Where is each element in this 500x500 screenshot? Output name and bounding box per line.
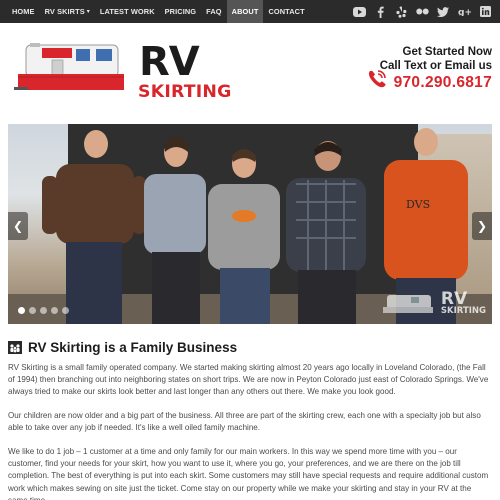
paragraph-one-customer: We like to do 1 job – 1 customer at a ti… <box>8 447 489 500</box>
svg-text:DVS: DVS <box>406 198 430 211</box>
slider-dot[interactable] <box>62 307 69 314</box>
slider-next-button[interactable]: ❯ <box>472 212 492 240</box>
chevron-right-icon: ❯ <box>476 219 488 233</box>
chevron-left-icon: ❮ <box>12 219 24 233</box>
chevron-down-icon: ▾ <box>86 9 90 15</box>
cta-contact-methods: Call Text or Email us <box>379 60 492 72</box>
watermark-rv-text: RV <box>440 289 468 309</box>
top-navigation-bar: HOME RV SKIRTS ▾ LATEST WORK PRICING FAQ … <box>0 0 500 23</box>
facebook-icon[interactable] <box>373 5 387 19</box>
linkedin-icon[interactable] <box>478 5 492 19</box>
family-icon <box>8 341 22 354</box>
phone-number-link[interactable]: 970.290.6817 <box>394 74 492 92</box>
main-menu: HOME RV SKIRTS ▾ LATEST WORK PRICING FAQ … <box>0 0 310 23</box>
site-header: RV SKIRTING Get Started Now Call Text or… <box>0 23 500 117</box>
youtube-icon[interactable] <box>352 5 366 19</box>
cta-get-started: Get Started Now <box>402 46 492 58</box>
section-heading: RV Skirting is a Family Business <box>8 340 237 355</box>
logo-skirting-text[interactable]: SKIRTING <box>138 83 232 101</box>
rv-trailer-logo-icon[interactable] <box>14 41 132 98</box>
social-links: g+ <box>352 0 492 23</box>
watermark-skirting-text: SKIRTING <box>440 306 486 317</box>
slider-dot[interactable] <box>51 307 58 314</box>
watermark-trailer-icon <box>382 294 433 313</box>
nav-pricing[interactable]: PRICING <box>160 0 202 23</box>
flickr-icon[interactable] <box>415 5 429 19</box>
nav-contact-label: CONTACT <box>268 7 305 16</box>
nav-rv-skirts-label: RV SKIRTS <box>44 7 85 16</box>
paragraph-company-history: RV Skirting is a small family operated c… <box>8 363 489 397</box>
nav-faq-label: FAQ <box>206 7 222 16</box>
paragraph-family-crew: Our children are now older and a big par… <box>8 411 481 433</box>
yelp-icon[interactable] <box>394 5 408 19</box>
nav-home[interactable]: HOME <box>7 0 40 23</box>
svg-text:g+: g+ <box>458 8 471 16</box>
nav-rv-skirts[interactable]: RV SKIRTS ▾ <box>40 0 95 23</box>
slide-watermark-logo: RV SKIRTING <box>381 289 486 317</box>
logo-rv-text[interactable]: RV <box>139 42 200 82</box>
nav-pricing-label: PRICING <box>164 7 197 16</box>
photo-slider: DVS ❮ ❯ RV SKIRTING <box>8 124 492 324</box>
nav-latest-work-label: LATEST WORK <box>99 7 155 16</box>
nav-contact[interactable]: CONTACT <box>263 0 309 23</box>
slider-dot[interactable] <box>29 307 36 314</box>
nav-home-label: HOME <box>12 7 35 16</box>
nav-about[interactable]: ABOUT <box>226 0 264 23</box>
google-plus-icon[interactable]: g+ <box>457 5 471 19</box>
slider-dot[interactable] <box>40 307 47 314</box>
slider-prev-button[interactable]: ❮ <box>8 212 28 240</box>
twitter-icon[interactable] <box>436 5 450 19</box>
slider-dot[interactable] <box>18 307 25 314</box>
nav-latest-work[interactable]: LATEST WORK <box>95 0 160 23</box>
nav-faq[interactable]: FAQ <box>201 0 227 23</box>
slider-pagination <box>18 307 69 314</box>
page-title: RV Skirting is a Family Business <box>28 340 238 355</box>
phone-icon <box>366 68 388 95</box>
nav-about-label: ABOUT <box>231 7 259 16</box>
